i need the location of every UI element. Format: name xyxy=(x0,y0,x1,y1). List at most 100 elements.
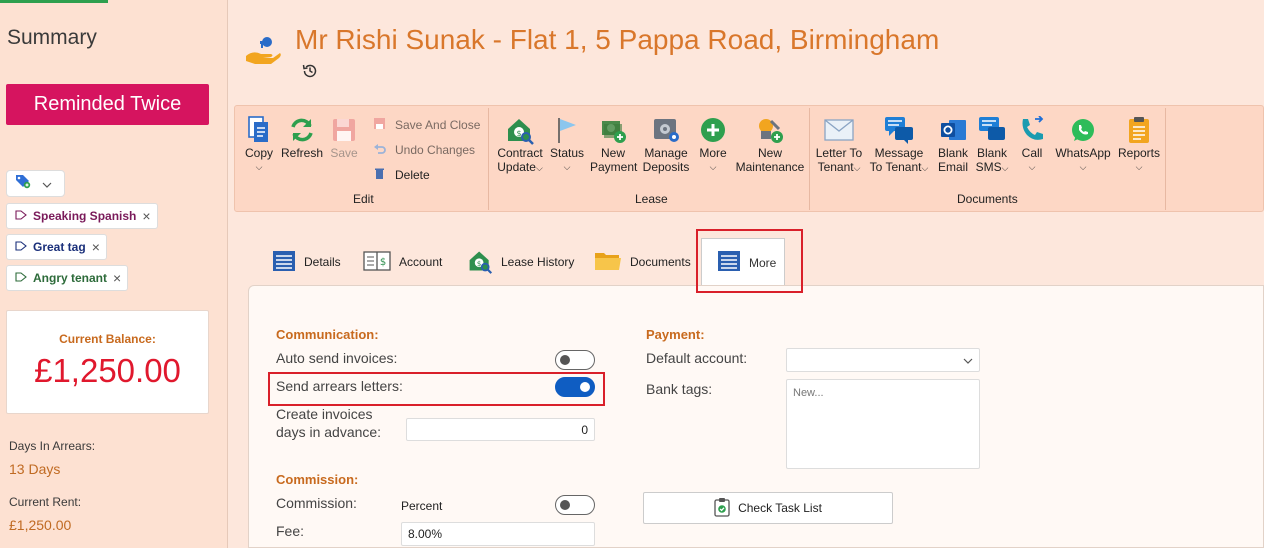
sms-icon xyxy=(974,114,1010,146)
phone-icon xyxy=(1017,114,1047,146)
money-add-icon xyxy=(590,114,636,146)
svg-text:$: $ xyxy=(477,260,481,268)
reports-button[interactable]: Reports ⌵ xyxy=(1117,114,1161,174)
toggle-knob xyxy=(560,355,570,365)
outlook-icon xyxy=(936,114,970,146)
create-invoices-days-input[interactable]: 0 xyxy=(406,418,595,441)
ribbon-separator xyxy=(1165,108,1166,210)
check-task-list-button[interactable]: Check Task List xyxy=(643,492,893,524)
letter-to-tenant-button[interactable]: Letter To Tenant⌵ xyxy=(815,114,863,175)
copy-icon xyxy=(243,114,275,146)
chevron-down-icon: ⌵ xyxy=(1135,162,1143,172)
refresh-button[interactable]: Refresh xyxy=(281,114,323,160)
status-button[interactable]: Reminded Twice xyxy=(6,84,209,125)
auto-send-invoices-toggle[interactable] xyxy=(555,350,595,370)
safe-settings-icon xyxy=(641,114,691,146)
commission-type-value: Percent xyxy=(401,499,443,513)
maintenance-add-icon xyxy=(735,114,805,146)
chevron-down-icon: ⌵ xyxy=(255,162,263,172)
toggle-knob xyxy=(560,500,570,510)
add-tag-dropdown[interactable] xyxy=(6,170,65,197)
more-lease-button[interactable]: More ⌵ xyxy=(695,114,731,174)
whatsapp-button[interactable]: WhatsApp ⌵ xyxy=(1053,114,1113,174)
tag-chip-angry-tenant: Angry tenant × xyxy=(6,265,129,291)
message-to-tenant-button[interactable]: Message To Tenant⌵ xyxy=(867,114,931,175)
save-icon xyxy=(329,114,359,146)
status-button-ribbon[interactable]: Status ⌵ xyxy=(549,114,585,174)
commission-toggle[interactable] xyxy=(555,495,595,515)
ribbon-separator xyxy=(809,108,810,210)
commission-heading: Commission: xyxy=(276,472,359,487)
bank-tags-label: Bank tags: xyxy=(646,381,713,397)
page-title: Mr Rishi Sunak - Flat 1, 5 Pappa Road, B… xyxy=(295,24,940,55)
ribbon-toolbar: Copy ⌵ Refresh Save Save And Close Undo … xyxy=(234,105,1264,212)
current-rent-value: £1,250.00 xyxy=(9,517,72,533)
fee-label: Fee: xyxy=(276,523,305,539)
save-close-icon xyxy=(373,117,386,133)
remove-tag-icon[interactable]: × xyxy=(142,208,150,224)
house-search-icon: $ xyxy=(467,248,493,277)
lease-hand-key-icon xyxy=(243,30,283,75)
tag-label: Angry tenant xyxy=(33,271,108,285)
days-in-arrears-value: 13 Days xyxy=(9,461,61,477)
bank-tags-input[interactable]: New... xyxy=(786,379,980,469)
new-payment-button[interactable]: New Payment xyxy=(590,114,637,174)
chevron-down-icon xyxy=(42,175,52,193)
tab-documents[interactable]: Documents xyxy=(594,247,691,277)
days-in-arrears-label: Days In Arrears: xyxy=(9,439,96,453)
create-invoices-label-line2: days in advance: xyxy=(276,424,382,440)
default-account-label: Default account: xyxy=(646,350,748,366)
summary-heading: Summary xyxy=(7,26,97,49)
highlight-send-arrears-letters xyxy=(268,372,605,406)
highlight-more-tab xyxy=(696,229,803,293)
current-balance-card: Current Balance: £1,250.00 xyxy=(6,310,209,414)
ribbon-separator xyxy=(488,108,489,210)
envelope-icon xyxy=(815,114,863,146)
tag-chip-speaking-spanish: Speaking Spanish × xyxy=(6,203,158,229)
call-button[interactable]: Call ⌵ xyxy=(1017,114,1047,174)
clipboard-check-icon xyxy=(714,497,730,520)
tab-lease-history[interactable]: $ Lease History xyxy=(467,247,574,277)
blank-email-button[interactable]: Blank Email xyxy=(936,114,970,174)
tag-chip-great-tag: Great tag × xyxy=(6,234,107,260)
new-maintenance-button[interactable]: New Maintenance xyxy=(735,114,805,174)
tag-icon xyxy=(15,271,27,285)
copy-button[interactable]: Copy ⌵ xyxy=(243,114,275,174)
chevron-down-icon: ⌵ xyxy=(1028,162,1036,172)
manage-deposits-button[interactable]: Manage Deposits xyxy=(641,114,691,174)
blank-sms-button[interactable]: Blank SMS⌵ xyxy=(974,114,1010,175)
clipboard-report-icon xyxy=(1117,114,1161,146)
whatsapp-icon xyxy=(1053,114,1113,146)
lease-group-label: Lease xyxy=(635,192,668,206)
remove-tag-icon[interactable]: × xyxy=(113,270,121,286)
delete-icon xyxy=(373,167,386,183)
svg-text:$: $ xyxy=(516,129,521,138)
default-account-select[interactable] xyxy=(786,348,980,372)
auto-send-invoices-label: Auto send invoices: xyxy=(276,350,398,366)
undo-icon xyxy=(373,142,386,158)
communication-heading: Communication: xyxy=(276,327,379,342)
tab-account[interactable]: $ Account xyxy=(363,247,442,277)
tag-icon xyxy=(15,240,27,254)
svg-text:$: $ xyxy=(380,257,386,268)
undo-changes-button[interactable]: Undo Changes xyxy=(373,142,475,158)
chat-bubbles-icon xyxy=(867,114,931,146)
save-and-close-button[interactable]: Save And Close xyxy=(373,117,480,133)
payment-heading: Payment: xyxy=(646,327,705,342)
history-icon[interactable] xyxy=(301,62,319,85)
chevron-down-icon: ⌵ xyxy=(709,162,717,172)
delete-button[interactable]: Delete xyxy=(373,167,430,183)
create-invoices-label-line1: Create invoices xyxy=(276,406,373,422)
tab-details[interactable]: Details xyxy=(272,247,341,277)
chevron-down-icon xyxy=(963,353,973,367)
save-button[interactable]: Save xyxy=(329,114,359,160)
fee-input[interactable]: 8.00% xyxy=(401,522,595,546)
list-icon xyxy=(272,250,296,275)
edit-group-label: Edit xyxy=(353,192,374,206)
contract-update-button[interactable]: $ Contract Update⌵ xyxy=(495,114,545,175)
tag-label: Great tag xyxy=(33,240,86,254)
balance-value: £1,250.00 xyxy=(34,352,181,389)
balance-label: Current Balance: xyxy=(59,332,156,346)
refresh-icon xyxy=(281,114,323,146)
remove-tag-icon[interactable]: × xyxy=(92,239,100,255)
